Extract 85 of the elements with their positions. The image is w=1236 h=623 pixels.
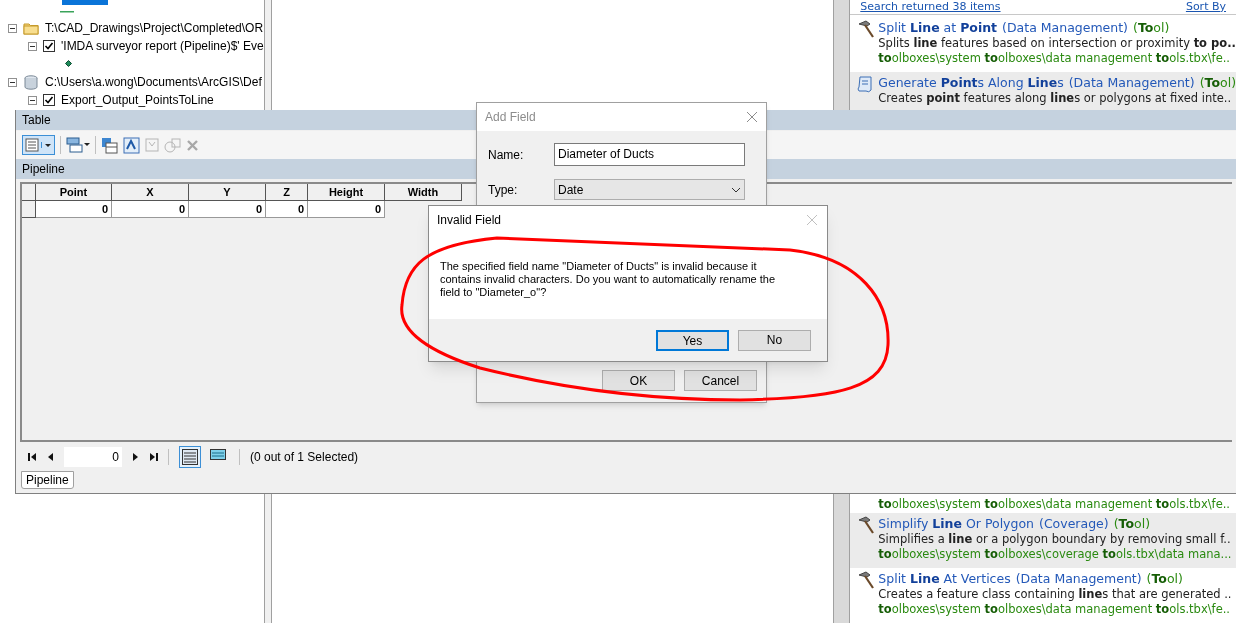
column-header[interactable]: Point — [36, 184, 112, 201]
all-records-icon — [182, 449, 198, 465]
field-label: Type: — [488, 181, 519, 199]
layer-label[interactable]: Export_Output_PointsToLine — [61, 91, 214, 109]
dialog-button[interactable]: Cancel — [684, 370, 757, 391]
type-label: (Tool) — [1113, 515, 1151, 532]
legend-line-icon — [60, 11, 74, 13]
splitter-bar[interactable] — [263, 0, 272, 110]
window-title: Table — [22, 112, 51, 129]
name-field[interactable]: Diameter of Ducts — [554, 143, 745, 166]
toolbox-label: (Data Management) — [1002, 19, 1128, 36]
collapse-icon[interactable] — [8, 23, 17, 33]
folder-icon — [23, 21, 39, 35]
splitter-bar[interactable] — [834, 0, 851, 110]
record-number-field[interactable]: 0 — [64, 447, 122, 467]
script-icon — [856, 75, 875, 93]
tool-description: Simplifies a line or a polygon boundary by removing small f.. — [878, 532, 1232, 547]
toolbox-path: toolboxes\system toolboxes\coverage tools.tbx\data mana... — [878, 547, 1232, 562]
legend-swatch-icon — [62, 0, 108, 5]
table-cell: 0 — [308, 201, 385, 218]
column-header[interactable]: X — [112, 184, 189, 201]
tool-title-link[interactable]: Simplify Line Or Polygon — [878, 515, 1034, 532]
type-label: (Tool) — [1146, 570, 1183, 587]
column-header[interactable]: Z — [266, 184, 308, 201]
splitter-bar[interactable] — [263, 494, 272, 623]
column-header[interactable]: Y — [189, 184, 266, 201]
type-label: (Tool) — [1133, 19, 1170, 36]
switch-selection-icon[interactable] — [123, 136, 140, 154]
tool-description: Creates a feature class containing lines that are generated .. — [878, 587, 1232, 602]
toolbox-path: toolboxes\system toolboxes\data management tools.tbx\fe.. — [878, 51, 1232, 66]
close-icon[interactable] — [746, 111, 758, 123]
dialog-button[interactable]: OK — [602, 370, 675, 391]
collapse-icon[interactable] — [28, 95, 37, 105]
chevron-down-icon — [731, 186, 741, 193]
toolbox-path: toolboxes\system toolboxes\data management tools.tbx\fe.. — [878, 602, 1232, 617]
toolbox-path: toolboxes\system toolboxes\data management tools.tbx\fe.. — [878, 496, 1231, 512]
tool-title-link[interactable]: Split Line at Point — [878, 19, 998, 36]
toolbox-label: (Data Management) — [1068, 74, 1195, 91]
column-header[interactable]: Width — [385, 184, 462, 201]
checkbox[interactable] — [43, 94, 55, 106]
sort-by-link[interactable]: Sort By — [1185, 0, 1226, 16]
hammer-icon — [856, 20, 875, 38]
layer-label[interactable]: 'IMDA surveyor report (Pipeline)$' Eve — [61, 37, 264, 55]
column-header[interactable]: Height — [308, 184, 385, 201]
checkbox[interactable] — [43, 40, 55, 52]
show-all-records-button[interactable] — [179, 446, 201, 468]
table-tab[interactable]: Pipeline — [21, 471, 74, 489]
toolbox-label: (Data Management) — [1015, 570, 1142, 587]
results-count-link[interactable]: Search returned 38 items — [860, 0, 1001, 16]
selection-status: (0 out of 1 Selected) — [250, 449, 359, 466]
table-options-button[interactable] — [22, 135, 55, 155]
tool-description: Creates point features along lines or polygons at fixed inte.. — [878, 91, 1233, 106]
type-label: (Tool) — [1199, 74, 1236, 91]
table-name: Pipeline — [22, 161, 65, 178]
database-icon — [23, 74, 39, 90]
toolbox-label: (Coverage) — [1039, 515, 1109, 532]
layer-group-label[interactable]: C:\Users\a.wong\Documents\ArcGIS\Def — [45, 73, 262, 91]
hammer-icon — [856, 516, 875, 534]
hammer-icon — [856, 571, 875, 589]
table-cell: 0 — [36, 201, 112, 218]
table-cell: 0 — [266, 201, 308, 218]
last-record-icon[interactable] — [149, 452, 158, 462]
select-by-attributes-icon[interactable] — [101, 136, 118, 154]
tool-title-link[interactable]: Generate Points Along Lines — [878, 74, 1064, 91]
previous-record-icon[interactable] — [47, 452, 54, 462]
caret-icon — [41, 142, 54, 148]
table-options-icon — [25, 138, 39, 152]
field-label: Name: — [488, 146, 525, 164]
table-cell: 0 — [189, 201, 266, 218]
collapse-icon[interactable] — [28, 41, 37, 51]
splitter-bar[interactable] — [834, 494, 851, 623]
related-tables-icon[interactable] — [66, 137, 90, 153]
tool-description: Splits line features based on intersection or proximity to po.. — [878, 36, 1236, 51]
collapse-icon[interactable] — [8, 77, 17, 87]
dialog-message: The specified field name "Diameter of Ducts" is invalid because it contains invalid characters. Do you want to automatically rename the field to "Diameter_o"? — [440, 260, 777, 299]
type-dropdown[interactable]: Date — [554, 179, 745, 200]
dialog-title: Invalid Field — [437, 212, 502, 229]
dialog-title: Add Field — [485, 109, 536, 126]
next-record-icon[interactable] — [132, 452, 139, 462]
first-record-icon[interactable] — [28, 452, 37, 462]
dialog-button[interactable]: No — [738, 329, 811, 351]
table-cell: 0 — [112, 201, 189, 218]
layer-group-label[interactable]: T:\CAD_Drawings\Project\Completed\OR — [45, 19, 264, 37]
dialog-button[interactable]: Yes — [656, 329, 729, 351]
tool-title-link[interactable]: Split Line At Vertices — [878, 570, 1011, 587]
